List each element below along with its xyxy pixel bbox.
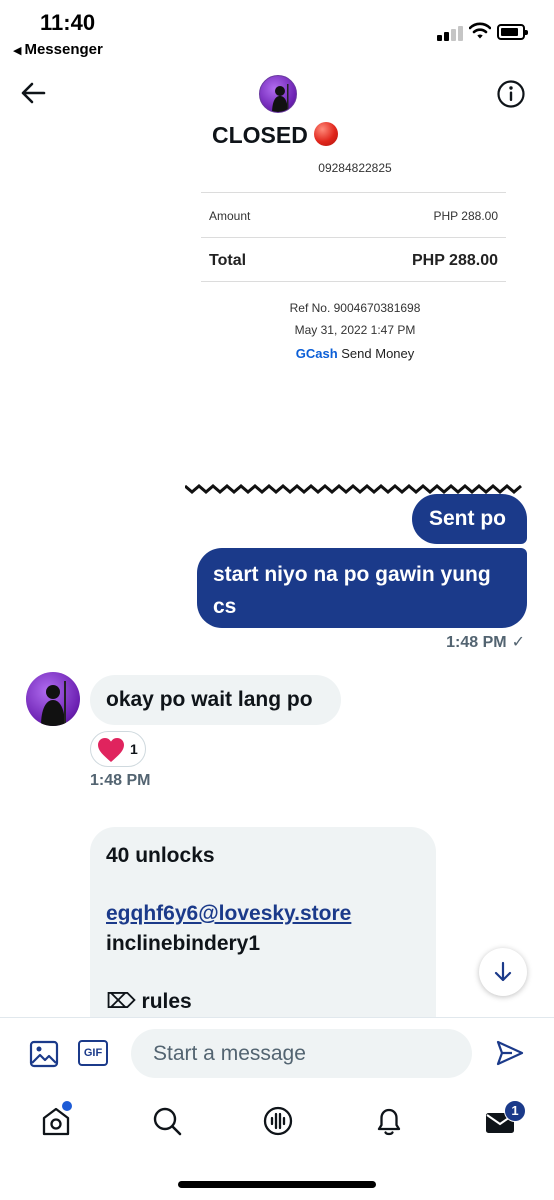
back-arrow-icon[interactable] bbox=[18, 78, 48, 108]
message-line: 40 unlocks bbox=[106, 844, 215, 867]
red-circle-icon bbox=[313, 122, 338, 146]
received-message-bubble[interactable]: 40 unlocks egqhf6y6@lovesky.store inclin… bbox=[90, 827, 436, 1027]
conversation-title-text: CLOSED bbox=[212, 122, 308, 148]
conversation-title: CLOSED bbox=[212, 122, 338, 149]
arrow-down-icon bbox=[494, 961, 512, 982]
receipt-divider bbox=[201, 281, 506, 282]
receipt-divider bbox=[201, 192, 506, 193]
signal-icon bbox=[437, 25, 465, 41]
receipt-phone-number: 09284822825 bbox=[318, 161, 392, 175]
reaction-pill[interactable]: 1 bbox=[90, 731, 146, 767]
sender-avatar[interactable] bbox=[26, 672, 80, 726]
receipt-ref-number: Ref No. 9004670381698 bbox=[289, 301, 421, 315]
status-time: 11:40 bbox=[40, 10, 96, 35]
gcash-brand: GCash bbox=[295, 346, 338, 361]
reaction-count: 1 bbox=[130, 741, 138, 757]
receipt-amount-label: Amount bbox=[209, 209, 251, 223]
header-avatar[interactable] bbox=[259, 75, 297, 113]
image-icon[interactable] bbox=[29, 1040, 59, 1068]
sent-message-bubble[interactable]: Sent po bbox=[412, 494, 527, 544]
scroll-to-bottom-button[interactable] bbox=[479, 948, 527, 996]
status-bar: 11:40 ◀ Messenger bbox=[0, 0, 554, 64]
receipt-zigzag-edge bbox=[185, 484, 522, 494]
sent-message-bubble[interactable]: start niyo na po gawin yung cs bbox=[197, 548, 527, 628]
bell-icon[interactable] bbox=[373, 1104, 405, 1138]
message-input[interactable] bbox=[131, 1029, 472, 1078]
heart-icon bbox=[98, 738, 124, 762]
gif-button[interactable]: GIF bbox=[78, 1040, 108, 1066]
email-link[interactable]: egqhf6y6@lovesky.store bbox=[106, 899, 436, 929]
payment-method-label: Send Money bbox=[341, 346, 415, 361]
checkmark-icon: ✓ bbox=[511, 634, 525, 651]
back-app-label: Messenger bbox=[24, 41, 103, 58]
receipt-total-value: PHP 288.00 bbox=[412, 252, 498, 269]
silhouette-icon bbox=[272, 84, 289, 112]
messages-badge: 1 bbox=[504, 1100, 526, 1122]
received-message-bubble[interactable]: okay po wait lang po bbox=[90, 675, 341, 725]
info-icon[interactable] bbox=[496, 79, 526, 109]
receipt-date: May 31, 2022 1:47 PM bbox=[294, 323, 416, 337]
sent-time: 1:48 PM bbox=[446, 634, 507, 651]
home-notification-dot bbox=[62, 1101, 72, 1111]
home-indicator bbox=[178, 1181, 376, 1188]
receipt-divider bbox=[201, 237, 506, 238]
search-icon[interactable] bbox=[151, 1104, 183, 1138]
receipt-payment-method: GCash Send Money bbox=[200, 346, 510, 361]
send-icon[interactable] bbox=[495, 1038, 525, 1068]
receipt-amount-value: PHP 288.00 bbox=[433, 209, 499, 223]
receipt-total-label: Total bbox=[209, 252, 247, 269]
message-line: ⌦ rules bbox=[106, 990, 192, 1013]
sent-message-meta: 1:48 PM ✓ bbox=[446, 632, 525, 652]
wifi-icon bbox=[469, 22, 491, 39]
back-triangle-icon: ◀ bbox=[13, 45, 22, 57]
back-to-app-link[interactable]: ◀ Messenger bbox=[13, 41, 103, 58]
spaces-icon[interactable] bbox=[262, 1104, 294, 1138]
silhouette-icon bbox=[41, 681, 66, 726]
battery-icon bbox=[497, 24, 528, 40]
message-line: inclinebindery1 bbox=[106, 932, 261, 955]
received-time: 1:48 PM bbox=[90, 772, 151, 789]
